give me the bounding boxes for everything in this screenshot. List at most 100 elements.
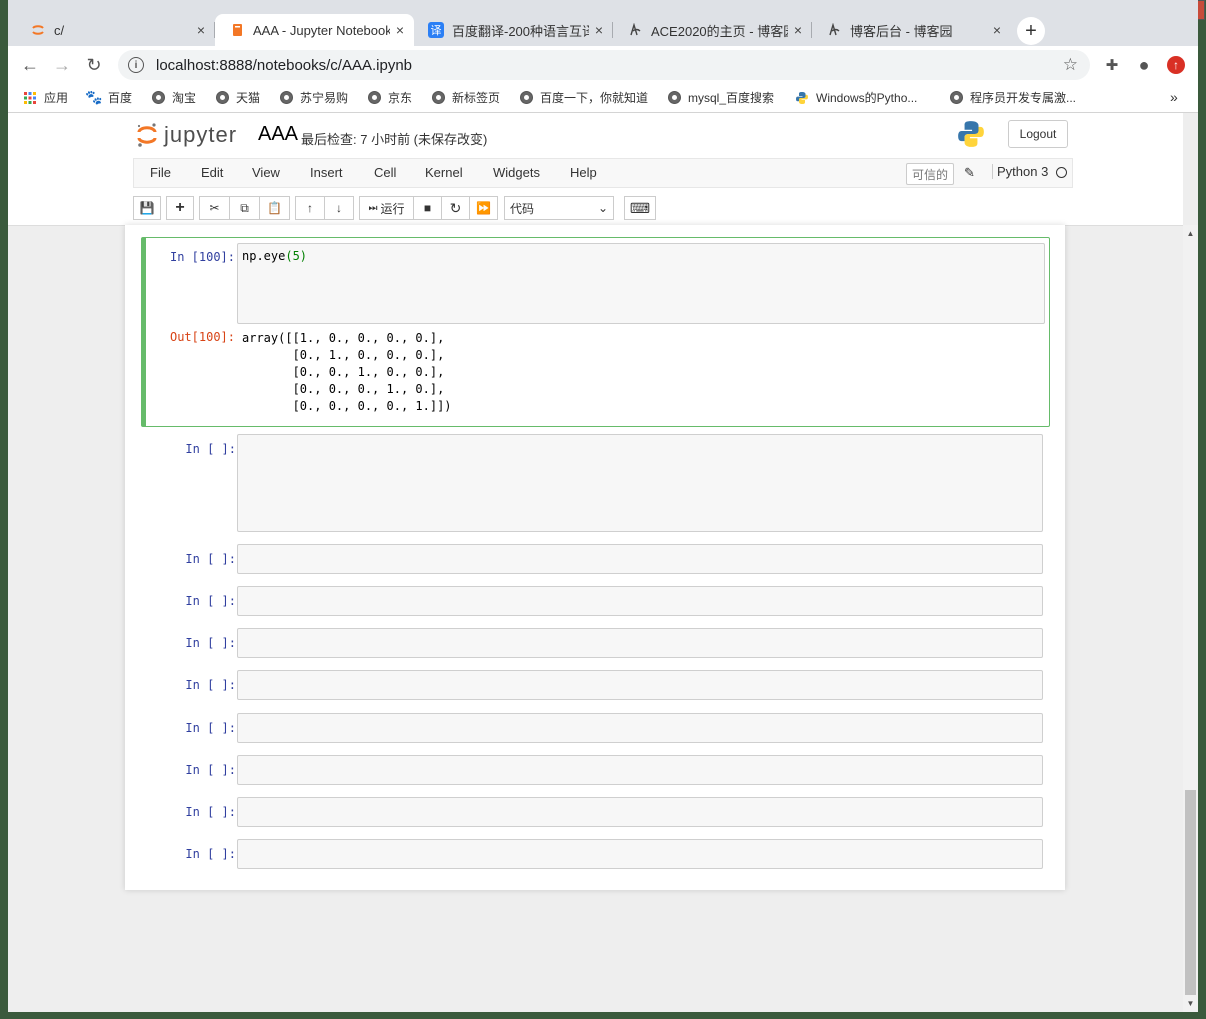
bookmark-label: 苏宁易购 bbox=[300, 91, 349, 105]
bookmark-star-icon[interactable]: ☆ bbox=[1063, 55, 1078, 75]
cell-input[interactable] bbox=[237, 839, 1043, 869]
address-bar[interactable]: i localhost:8888/notebooks/c/AAA.ipynb ☆ bbox=[118, 50, 1090, 80]
cell-input[interactable] bbox=[237, 713, 1043, 743]
bookmark-mysql[interactable]: mysql_百度搜索 bbox=[666, 89, 774, 106]
notebook-name[interactable]: AAA bbox=[258, 123, 298, 146]
bookmarks-more-button[interactable]: » bbox=[1170, 89, 1178, 105]
scroll-down-icon[interactable]: ▼ bbox=[1183, 999, 1198, 1008]
baidu-icon: 🐾 bbox=[85, 89, 103, 105]
menu-view[interactable]: View bbox=[252, 165, 280, 180]
jupyter-logo[interactable]: jupyter bbox=[136, 122, 237, 148]
tab-c[interactable]: c/ × bbox=[16, 14, 215, 46]
info-icon[interactable]: i bbox=[128, 57, 144, 73]
cell-input[interactable] bbox=[237, 797, 1043, 827]
back-button[interactable]: ← bbox=[18, 54, 42, 76]
bookmark-jd[interactable]: 京东 bbox=[366, 89, 412, 106]
cell-input[interactable] bbox=[237, 755, 1043, 785]
browser-window: ▁ ▢ ✕ c/ × AAA - Jupyter Notebook × 译 百度… bbox=[8, 0, 1205, 1012]
save-icon[interactable]: 💾 bbox=[133, 196, 161, 220]
copy-icon[interactable]: ⧉ bbox=[229, 196, 260, 220]
tab-strip: c/ × AAA - Jupyter Notebook × 译 百度翻译-200… bbox=[8, 0, 1198, 46]
tab-aaa-notebook[interactable]: AAA - Jupyter Notebook × bbox=[215, 14, 414, 46]
restart-icon[interactable]: ↻ bbox=[441, 196, 470, 220]
extensions-icon[interactable]: ✚ bbox=[1102, 55, 1122, 75]
tab-close-icon[interactable]: × bbox=[595, 22, 603, 38]
tab-title: c/ bbox=[54, 22, 65, 38]
code-cell[interactable]: In [ ]: bbox=[142, 670, 1048, 700]
keyboard-icon[interactable]: ⌨ bbox=[624, 196, 656, 220]
cell-type-select[interactable]: 代码 ⌄ bbox=[504, 196, 614, 220]
logout-button[interactable]: Logout bbox=[1008, 120, 1068, 148]
bookmark-newtab[interactable]: 新标签页 bbox=[430, 89, 500, 106]
checkpoint-status: 最后检查: 7 小时前 (未保存改变) bbox=[301, 132, 488, 147]
profile-icon[interactable]: ● bbox=[1134, 55, 1154, 75]
tab-close-icon[interactable]: × bbox=[197, 22, 205, 38]
code-cell[interactable]: In [ ]: bbox=[142, 544, 1048, 574]
tab-title: ACE2020的主页 - 博客园 bbox=[651, 23, 788, 39]
cut-icon[interactable]: ✂ bbox=[199, 196, 230, 220]
move-up-icon[interactable]: ↑ bbox=[295, 196, 325, 220]
cell-output: array([[1., 0., 0., 0., 0.], [0., 1., 0.… bbox=[242, 331, 452, 413]
code-cell[interactable]: In [ ]: bbox=[142, 797, 1048, 827]
cell-input[interactable] bbox=[237, 544, 1043, 574]
code-cell[interactable]: In [ ]: bbox=[142, 713, 1048, 743]
code-cell[interactable]: In [ ]: bbox=[142, 586, 1048, 616]
scroll-up-icon[interactable]: ▲ bbox=[1183, 229, 1198, 238]
tab-baidu-translate[interactable]: 译 百度翻译-200种语言互译 × bbox=[414, 14, 613, 46]
paste-icon[interactable]: 📋 bbox=[259, 196, 290, 220]
new-tab-button[interactable]: + bbox=[1017, 17, 1045, 45]
cell-input[interactable]: np.eye(5) bbox=[237, 243, 1045, 324]
code-cell[interactable]: In [ ]: bbox=[142, 628, 1048, 658]
run-button[interactable]: ⏭ 运行 bbox=[359, 196, 414, 220]
page-scrollbar[interactable]: ▲ ▼ bbox=[1183, 225, 1198, 1012]
bookmark-apps[interactable]: 应用 bbox=[22, 89, 68, 106]
pencil-icon[interactable]: ✎ bbox=[964, 165, 975, 181]
code-cell[interactable]: In [ ]: bbox=[142, 755, 1048, 785]
code-cell-selected[interactable]: In [100]: np.eye(5) Out[100]: array([[1.… bbox=[141, 237, 1050, 427]
bookmark-suning[interactable]: 苏宁易购 bbox=[278, 89, 348, 106]
tab-blog-backend[interactable]: 博客后台 - 博客园 × bbox=[812, 14, 1011, 46]
update-icon[interactable]: ↑ bbox=[1167, 56, 1185, 74]
menu-file[interactable]: File bbox=[150, 165, 171, 180]
input-prompt: In [ ]: bbox=[185, 552, 236, 566]
tab-close-icon[interactable]: × bbox=[396, 22, 404, 38]
bookmark-label: 应用 bbox=[44, 91, 69, 105]
input-prompt: In [ ]: bbox=[185, 763, 236, 777]
reload-button[interactable]: ↻ bbox=[82, 54, 106, 76]
menu-bar: File Edit View Insert Cell Kernel Widget… bbox=[133, 158, 1073, 188]
trusted-badge[interactable]: 可信的 bbox=[906, 163, 955, 185]
cell-input[interactable] bbox=[237, 434, 1043, 532]
menu-widgets[interactable]: Widgets bbox=[493, 165, 540, 180]
bookmark-tmall[interactable]: 天猫 bbox=[214, 89, 260, 106]
menu-kernel[interactable]: Kernel bbox=[425, 165, 463, 180]
move-down-icon[interactable]: ↓ bbox=[324, 196, 354, 220]
bookmark-dev-activate[interactable]: 程序员开发专属激... bbox=[948, 89, 1076, 106]
restart-run-all-icon[interactable]: ⏩ bbox=[469, 196, 498, 220]
forward-button[interactable]: → bbox=[50, 54, 74, 76]
bookmark-windows-python[interactable]: Windows的Pytho... bbox=[794, 89, 917, 106]
scrollbar-thumb[interactable] bbox=[1185, 790, 1196, 995]
menu-cell[interactable]: Cell bbox=[374, 165, 396, 180]
bookmark-baidu-search[interactable]: 百度一下，你就知道 bbox=[518, 89, 648, 106]
bookmark-label: 程序员开发专属激... bbox=[970, 91, 1077, 105]
menu-help[interactable]: Help bbox=[570, 165, 597, 180]
bookmarks-bar: 应用 🐾 百度 淘宝 天猫 苏宁易购 京东 新标签页 百度一下，你就知道 mys… bbox=[8, 84, 1198, 113]
code-cell[interactable]: In [ ]: bbox=[142, 434, 1048, 532]
menu-edit[interactable]: Edit bbox=[201, 165, 223, 180]
stop-icon[interactable]: ■ bbox=[413, 196, 442, 220]
cell-input[interactable] bbox=[237, 670, 1043, 700]
apps-icon bbox=[22, 90, 38, 106]
cell-input[interactable] bbox=[237, 628, 1043, 658]
code-cell[interactable]: In [ ]: bbox=[142, 839, 1048, 869]
tab-close-icon[interactable]: × bbox=[993, 22, 1001, 38]
cell-input[interactable] bbox=[237, 586, 1043, 616]
bookmark-taobao[interactable]: 淘宝 bbox=[150, 89, 196, 106]
bookmark-baidu[interactable]: 🐾 百度 bbox=[85, 89, 132, 106]
page-content: jupyter AAA 最后检查: 7 小时前 (未保存改变) Logout F… bbox=[8, 113, 1198, 1012]
python-icon bbox=[794, 90, 810, 106]
bookmark-label: Windows的Pytho... bbox=[816, 91, 918, 105]
menu-insert[interactable]: Insert bbox=[310, 165, 343, 180]
add-cell-icon[interactable]: + bbox=[166, 196, 194, 220]
tab-close-icon[interactable]: × bbox=[794, 22, 802, 38]
tab-ace2020[interactable]: ACE2020的主页 - 博客园 × bbox=[613, 14, 812, 46]
